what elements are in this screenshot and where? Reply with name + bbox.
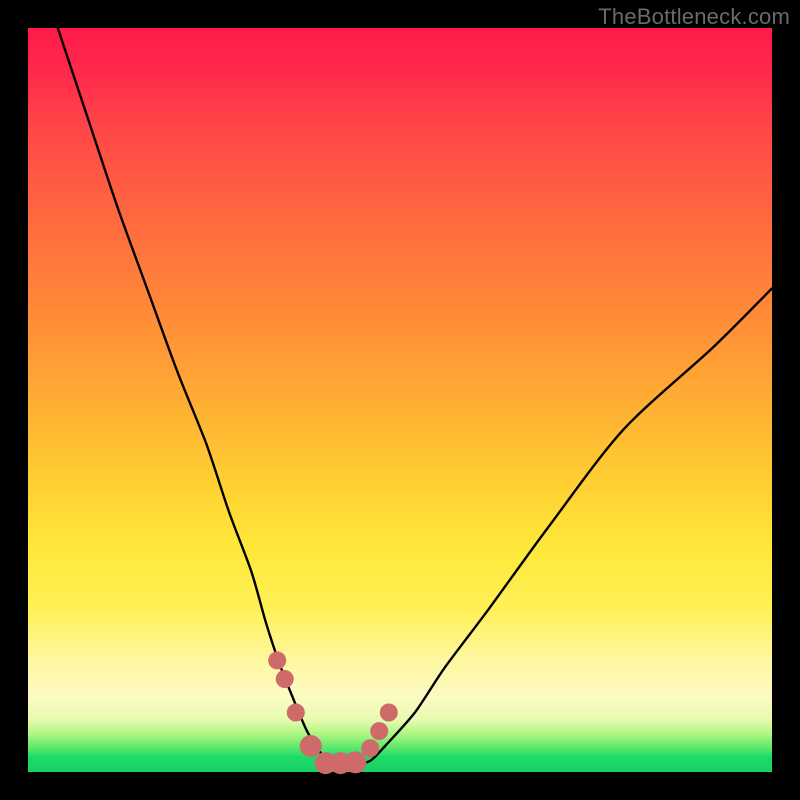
highlight-dot <box>344 751 366 773</box>
highlight-dot <box>276 670 294 688</box>
highlight-dot <box>380 704 398 722</box>
highlight-dot <box>370 722 388 740</box>
watermark-text: TheBottleneck.com <box>598 4 790 30</box>
plot-area <box>28 28 772 772</box>
bottleneck-curve <box>58 28 772 765</box>
highlight-dots <box>268 651 398 774</box>
highlight-dot <box>300 735 322 757</box>
highlight-dot <box>287 704 305 722</box>
chart-frame: TheBottleneck.com <box>0 0 800 800</box>
highlight-dot <box>268 651 286 669</box>
highlight-dot <box>361 739 379 757</box>
curve-layer <box>28 28 772 772</box>
